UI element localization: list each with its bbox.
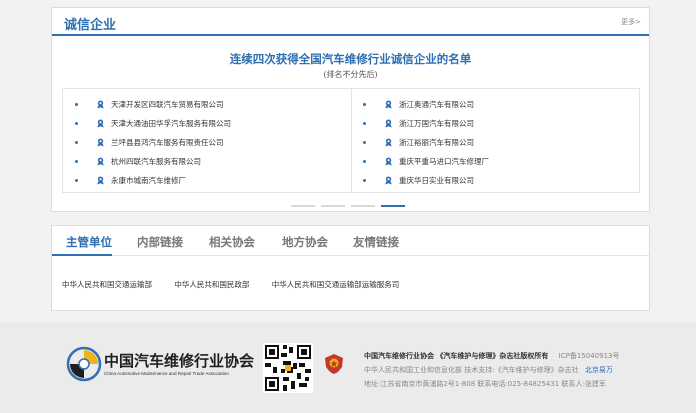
enterprise-column-right: 浙江奥通汽车有限公司 浙江万国汽车有限公司 浙江裕丽汽车有限公司 重庆平重马进口… [363, 95, 489, 190]
award-badge-icon [385, 119, 392, 128]
enterprise-name: 杭州四联汽车服务有限公司 [111, 157, 201, 166]
logo-english-name: China Automotive Maintenance and Repair … [104, 371, 229, 376]
link-item[interactable]: 中华人民共和国交通运输部 [62, 280, 152, 289]
enterprise-name: 永康市城南汽车维修厂 [111, 176, 186, 185]
logo-chinese-name: 中国汽车维修行业协会 [104, 352, 255, 370]
list-item[interactable]: 永康市城南汽车维修厂 [75, 171, 231, 190]
list-item[interactable]: 重庆平重马进口汽车修理厂 [363, 152, 489, 171]
award-badge-icon [97, 157, 104, 166]
award-badge-icon [385, 100, 392, 109]
list-item[interactable]: 浙江裕丽汽车有限公司 [363, 133, 489, 152]
enterprise-name: 浙江裕丽汽车有限公司 [399, 138, 474, 147]
tab-internal-links[interactable]: 内部链接 [137, 234, 183, 250]
award-badge-icon [97, 100, 104, 109]
link-list: 中华人民共和国交通运输部 中华人民共和国民政部 中华人民共和国交通运输部运输服务… [62, 279, 419, 290]
address-text: 地址:江苏省南京市黄浦路2号1-808 联系电话:025-84825431 联系… [364, 380, 606, 388]
bullet [75, 141, 78, 144]
link-item[interactable]: 中华人民共和国交通运输部运输服务司 [272, 280, 400, 289]
award-badge-icon [385, 138, 392, 147]
bullet [75, 160, 78, 163]
tab-related-associations[interactable]: 相关协会 [209, 234, 255, 250]
panel-title: 诚信企业 [64, 18, 117, 33]
support-text: 中华人民共和国工业和信息化部 技术支持:《汽车维护与修理》杂志社 [364, 366, 579, 374]
carousel-dot-active[interactable] [381, 205, 405, 207]
subline: (排名不分先后) [323, 70, 378, 79]
list-item[interactable]: 天津大通油田华孚汽车服务有限公司 [75, 114, 231, 133]
copyright-text: 中国汽车维修行业协会 《汽车维护与修理》杂志社版权所有 [364, 352, 549, 360]
column-divider [351, 89, 352, 192]
bullet [363, 103, 366, 106]
tab-supervising-units[interactable]: 主管单位 [66, 234, 112, 250]
award-badge-icon [97, 176, 104, 185]
carousel-dot[interactable] [321, 205, 345, 207]
enterprise-name: 重庆华日实业有限公司 [399, 176, 474, 185]
footer: 中国汽车维修行业协会 China Automotive Maintenance … [0, 322, 696, 413]
award-badge-icon [97, 138, 104, 147]
bullet [363, 141, 366, 144]
bullet [75, 179, 78, 182]
footer-line-copyright: 中国汽车维修行业协会 《汽车维护与修理》杂志社版权所有 ICP备15040913… [364, 349, 619, 363]
enterprise-name: 浙江万国汽车有限公司 [399, 119, 474, 128]
links-panel: 主管单位 内部链接 相关协会 地方协会 友情链接 中华人民共和国交通运输部 中华… [51, 225, 650, 311]
award-badge-icon [97, 119, 104, 128]
list-item[interactable]: 天津开发区四联汽车贸易有限公司 [75, 95, 231, 114]
award-badge-icon [385, 157, 392, 166]
tab-local-associations[interactable]: 地方协会 [282, 234, 328, 250]
link-tabs: 主管单位 内部链接 相关协会 地方协会 友情链接 [52, 226, 649, 256]
enterprise-list: 天津开发区四联汽车贸易有限公司 天津大通油田华孚汽车服务有限公司 兰坪县县鸿汽车… [62, 88, 640, 193]
enterprise-name: 兰坪县县鸿汽车服务有限责任公司 [111, 138, 224, 147]
tab-friendly-links[interactable]: 友情链接 [353, 234, 399, 250]
award-badge-icon [385, 176, 392, 185]
more-link[interactable]: 更多> [621, 17, 641, 27]
enterprise-column-left: 天津开发区四联汽车贸易有限公司 天津大通油田华孚汽车服务有限公司 兰坪县县鸿汽车… [75, 95, 231, 190]
list-item[interactable]: 兰坪县县鸿汽车服务有限责任公司 [75, 133, 231, 152]
active-tab-underline [52, 254, 112, 256]
footer-info: 中国汽车维修行业协会 《汽车维护与修理》杂志社版权所有 ICP备15040913… [364, 349, 619, 391]
association-logo: 中国汽车维修行业协会 China Automotive Maintenance … [66, 346, 266, 382]
list-item[interactable]: 杭州四联汽车服务有限公司 [75, 152, 231, 171]
icp-number[interactable]: ICP备15040913号 [559, 352, 620, 360]
carousel-dot[interactable] [291, 205, 315, 207]
list-item[interactable]: 浙江奥通汽车有限公司 [363, 95, 489, 114]
qr-code-icon [263, 343, 313, 393]
link-item[interactable]: 中华人民共和国民政部 [174, 280, 249, 289]
carousel-pager [291, 205, 405, 207]
bullet [75, 122, 78, 125]
panel-header: 诚信企业 更多> [52, 8, 649, 36]
bullet [75, 103, 78, 106]
police-emblem-icon [325, 354, 343, 374]
support-link[interactable]: 北京易万 [585, 366, 613, 374]
footer-line-address: 地址:江苏省南京市黄浦路2号1-808 联系电话:025-84825431 联系… [364, 377, 619, 391]
bullet [363, 122, 366, 125]
list-item[interactable]: 浙江万国汽车有限公司 [363, 114, 489, 133]
bullet [363, 179, 366, 182]
carousel-dot[interactable] [351, 205, 375, 207]
enterprise-name: 重庆平重马进口汽车修理厂 [399, 157, 489, 166]
association-logo-icon [66, 346, 102, 382]
enterprise-name: 浙江奥通汽车有限公司 [399, 100, 474, 109]
headline: 连续四次获得全国汽车维修行业诚信企业的名单 [229, 52, 472, 66]
footer-line-support: 中华人民共和国工业和信息化部 技术支持:《汽车维护与修理》杂志社 北京易万 [364, 363, 619, 377]
enterprise-name: 天津开发区四联汽车贸易有限公司 [111, 100, 224, 109]
list-item[interactable]: 重庆华日实业有限公司 [363, 171, 489, 190]
bullet [363, 160, 366, 163]
enterprise-name: 天津大通油田华孚汽车服务有限公司 [111, 119, 231, 128]
honest-enterprises-panel: 诚信企业 更多> 连续四次获得全国汽车维修行业诚信企业的名单 (排名不分先后) … [51, 7, 650, 212]
